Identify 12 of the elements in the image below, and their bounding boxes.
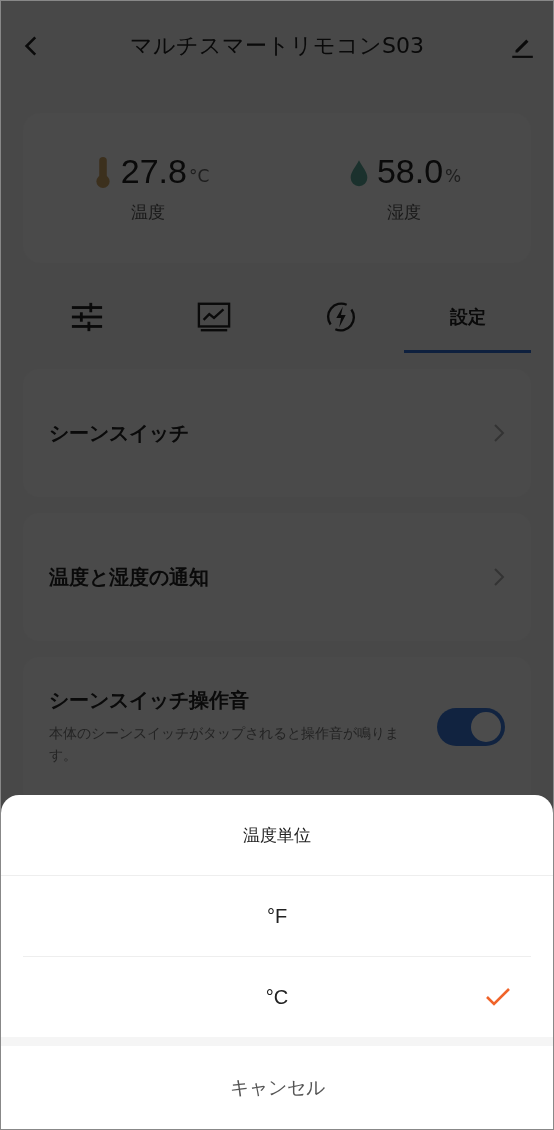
checkmark-icon	[485, 987, 511, 1007]
page-title: マルチスマートリモコンS03	[130, 32, 424, 60]
setting-title: シーンスイッチ操作音	[49, 687, 250, 714]
setting-title: 温度と湿度の通知	[49, 563, 209, 591]
sensor-value: 27.8	[120, 152, 187, 191]
unit-option[interactable]: °F	[23, 876, 531, 957]
setting-title: シーンスイッチ	[49, 419, 189, 447]
sensor-value: 58.0	[376, 152, 444, 191]
sheet-title: 温度単位	[1, 795, 553, 876]
tab[interactable]: 設定	[404, 283, 531, 353]
sensor-unit: %	[445, 165, 462, 186]
unit-option[interactable]: °C	[23, 957, 531, 1037]
